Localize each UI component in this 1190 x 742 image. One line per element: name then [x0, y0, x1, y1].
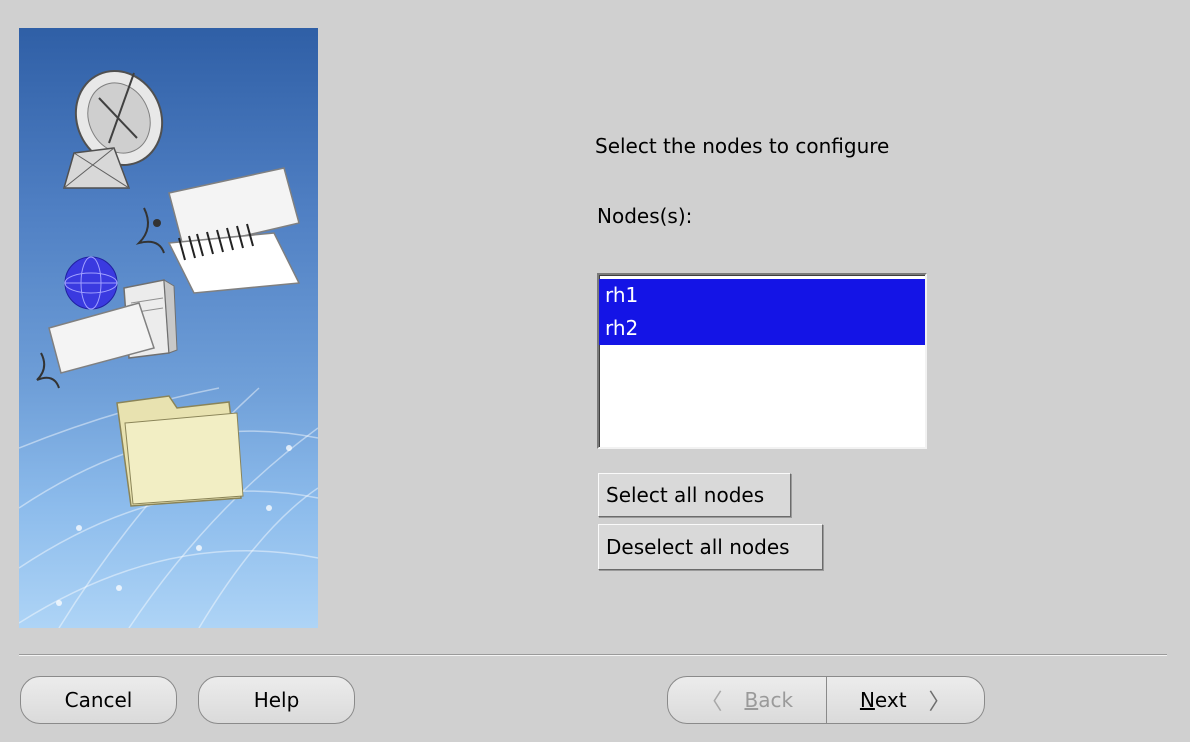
- satellite-dish-icon: [63, 70, 164, 189]
- back-mnemonic: B: [744, 688, 759, 712]
- back-label-rest: ack: [758, 688, 794, 712]
- list-item-rh1[interactable]: rh1: [599, 279, 925, 312]
- nodes-label: Nodes(s):: [597, 204, 693, 228]
- cancel-button[interactable]: Cancel: [20, 676, 177, 724]
- wizard-side-banner: [19, 28, 318, 628]
- chevron-right-icon: 〉: [928, 690, 951, 715]
- next-button[interactable]: Next 〉: [827, 677, 985, 723]
- help-button[interactable]: Help: [198, 676, 355, 724]
- page-instruction: Select the nodes to configure: [595, 134, 890, 158]
- back-button[interactable]: 〈 Back: [668, 677, 827, 723]
- wizard-navigation: 〈 Back Next 〉: [667, 676, 985, 724]
- back-button-label: Back: [744, 688, 793, 712]
- next-label-rest: ext: [874, 688, 907, 712]
- nodes-listbox[interactable]: rh1 rh2: [597, 273, 927, 449]
- select-all-nodes-button[interactable]: Select all nodes: [598, 473, 791, 517]
- deselect-all-nodes-button[interactable]: Deselect all nodes: [598, 524, 823, 570]
- next-button-label: Next: [860, 688, 907, 712]
- footer-divider: [19, 654, 1167, 656]
- folder-icon: [116, 395, 244, 507]
- banner-illustration: [19, 70, 318, 628]
- chevron-left-icon: 〈: [700, 690, 723, 715]
- shipping-tag-icon: [135, 167, 301, 294]
- globe-icon: [64, 256, 118, 310]
- list-item-rh2[interactable]: rh2: [599, 312, 925, 345]
- shipping-tag-icon-2: [36, 302, 155, 389]
- next-mnemonic: N: [859, 688, 875, 712]
